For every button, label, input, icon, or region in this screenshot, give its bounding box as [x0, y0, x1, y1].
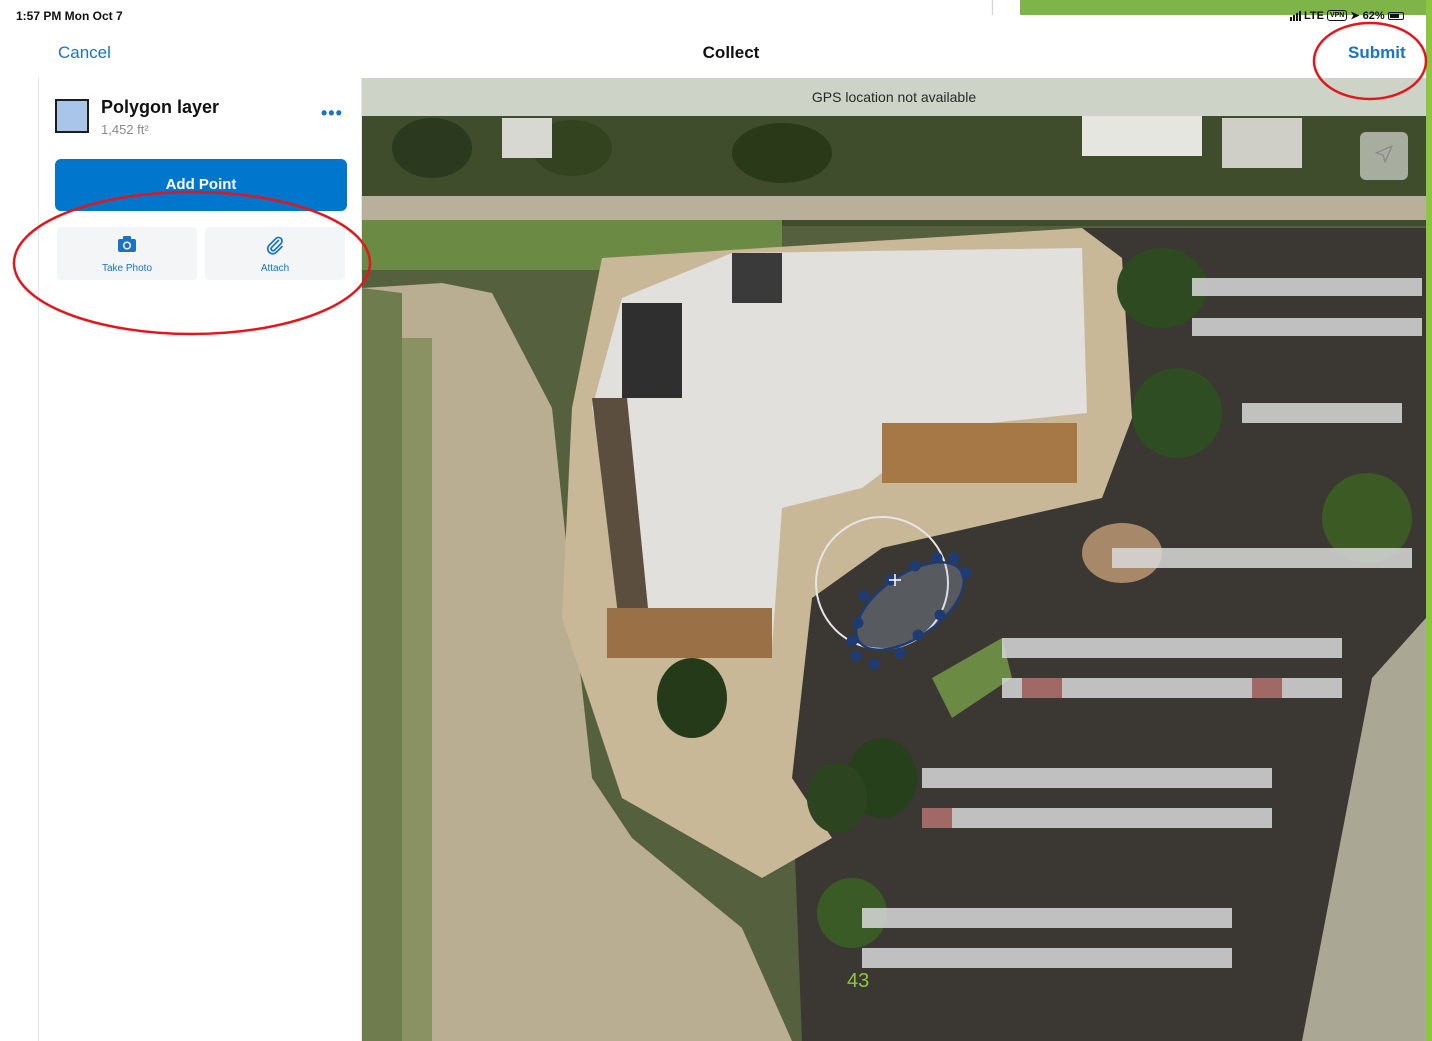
more-options-button[interactable]: •••: [321, 104, 343, 122]
attach-button[interactable]: Attach: [205, 227, 345, 280]
layer-name: Polygon layer: [101, 97, 220, 117]
paperclip-icon: [205, 235, 345, 255]
layer-area: 1,452 ft²: [101, 122, 149, 137]
battery-percent: 62%: [1362, 9, 1385, 22]
page-title: Collect: [702, 43, 760, 62]
satellite-basemap: [362, 78, 1426, 1041]
location-arrow-icon: [1374, 144, 1394, 169]
slide-number: 43: [847, 970, 870, 992]
nav-bar: Cancel Collect Submit: [0, 30, 1426, 78]
feature-panel: Polygon layer 1,452 ft² ••• Add Point Ta…: [38, 78, 362, 1041]
locate-button[interactable]: [1360, 132, 1408, 180]
location-services-icon: ➤: [1350, 10, 1360, 22]
status-time: 1:57 PM Mon Oct 7: [16, 9, 123, 23]
map-view[interactable]: GPS location not available: [362, 78, 1426, 1041]
status-indicators: LTE VPN ➤ 62%: [1290, 9, 1404, 22]
vpn-badge: VPN: [1326, 10, 1348, 21]
battery-icon: [1387, 11, 1404, 20]
submit-button[interactable]: Submit: [1348, 43, 1406, 63]
signal-icon: [1290, 10, 1301, 21]
slide-accent-right: [1426, 0, 1432, 1041]
status-bar: 1:57 PM Mon Oct 7 LTE VPN ➤ 62%: [0, 0, 1426, 30]
network-label: LTE: [1304, 9, 1324, 22]
attach-label: Attach: [260, 263, 290, 274]
camera-icon: [57, 235, 197, 253]
add-point-button[interactable]: Add Point: [55, 159, 347, 211]
take-photo-button[interactable]: Take Photo: [57, 227, 197, 280]
layer-swatch-icon: [55, 99, 89, 133]
take-photo-label: Take Photo: [101, 263, 153, 274]
gps-status-banner: GPS location not available: [362, 78, 1426, 116]
